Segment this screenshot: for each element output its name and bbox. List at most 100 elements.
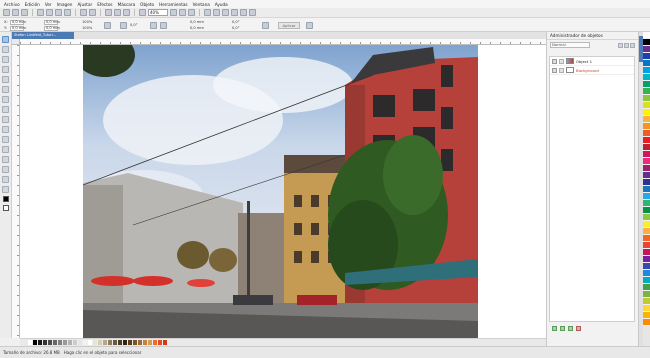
color-swatch[interactable] xyxy=(643,46,650,53)
menu-item-mascara[interactable]: Máscara xyxy=(118,2,136,7)
menu-item-imagen[interactable]: Imagen xyxy=(57,2,73,7)
color-swatch[interactable] xyxy=(643,109,650,116)
crop-tool-icon[interactable] xyxy=(2,76,9,83)
color-swatch[interactable] xyxy=(643,228,650,235)
skew-y-value[interactable]: 0,0 mm xyxy=(190,26,204,31)
grid-icon[interactable] xyxy=(213,9,220,16)
apply-button[interactable]: Aplicar xyxy=(278,22,300,29)
paste-icon[interactable] xyxy=(64,9,71,16)
color-swatch[interactable] xyxy=(643,130,650,137)
color-swatch[interactable] xyxy=(643,277,650,284)
color-swatch[interactable] xyxy=(643,165,650,172)
mirror-vertical-icon[interactable] xyxy=(160,22,167,29)
menu-item-herramientas[interactable]: Herramientas xyxy=(159,2,188,7)
background-color-swatch[interactable] xyxy=(2,205,9,211)
fill-tool-icon[interactable] xyxy=(2,176,9,183)
launcher-icon[interactable] xyxy=(123,9,130,16)
undo-icon[interactable] xyxy=(80,9,87,16)
color-swatch[interactable] xyxy=(643,256,650,263)
delete-object-icon[interactable] xyxy=(576,325,581,331)
color-swatch[interactable] xyxy=(643,151,650,158)
color-swatch[interactable] xyxy=(643,221,650,228)
color-swatch[interactable] xyxy=(643,39,650,46)
color-swatch[interactable] xyxy=(643,172,650,179)
color-swatch[interactable] xyxy=(643,305,650,312)
color-swatch[interactable] xyxy=(643,158,650,165)
color-swatch[interactable] xyxy=(643,200,650,207)
color-swatch[interactable] xyxy=(643,291,650,298)
canvas-workspace[interactable] xyxy=(20,45,546,338)
lasso-tool-icon[interactable] xyxy=(2,56,9,63)
snap-icon[interactable] xyxy=(231,9,238,16)
color-swatch[interactable] xyxy=(643,193,650,200)
fit-page-icon[interactable] xyxy=(179,9,186,16)
angle-3-value[interactable]: 0,0° xyxy=(232,26,240,31)
menu-item-archivo[interactable]: Archivo xyxy=(4,2,20,7)
color-swatch[interactable] xyxy=(643,186,650,193)
copy-icon[interactable] xyxy=(55,9,62,16)
guidelines-icon[interactable] xyxy=(222,9,229,16)
color-swatch[interactable] xyxy=(643,137,650,144)
save-icon[interactable] xyxy=(21,9,28,16)
color-swatch[interactable] xyxy=(643,32,650,39)
lock-icon[interactable] xyxy=(559,58,564,64)
menu-item-ajustar[interactable]: Ajustar xyxy=(77,2,92,7)
color-swatch[interactable] xyxy=(643,123,650,130)
merge-icon[interactable] xyxy=(624,42,629,48)
new-lens-icon[interactable] xyxy=(560,325,565,331)
lock-ratio-icon[interactable] xyxy=(104,22,111,29)
menu-item-efectos[interactable]: Efectos xyxy=(97,2,112,7)
visibility-eye-icon[interactable] xyxy=(552,58,557,64)
color-swatch[interactable] xyxy=(643,74,650,81)
color-swatch[interactable] xyxy=(643,207,650,214)
color-swatch[interactable] xyxy=(643,235,650,242)
menu-item-ayuda[interactable]: Ayuda xyxy=(215,2,228,7)
eyedropper-icon[interactable] xyxy=(2,96,9,103)
new-object-icon[interactable] xyxy=(552,325,557,331)
export-icon[interactable] xyxy=(114,9,121,16)
zoom-level-select[interactable]: 40% xyxy=(148,9,168,16)
layer-row-object1[interactable]: Object 1 xyxy=(550,57,634,66)
cut-icon[interactable] xyxy=(46,9,53,16)
skew-x-value[interactable]: 0,0 mm xyxy=(190,20,204,25)
color-swatch[interactable] xyxy=(163,340,168,345)
color-swatch[interactable] xyxy=(643,214,650,221)
menu-item-edicion[interactable]: Edición xyxy=(25,2,40,7)
import-icon[interactable] xyxy=(105,9,112,16)
street-photo-image[interactable] xyxy=(83,45,478,338)
menu-item-ventana[interactable]: Ventana xyxy=(193,2,210,7)
zoom-out-icon[interactable] xyxy=(139,9,146,16)
color-swatch[interactable] xyxy=(643,312,650,319)
rectangle-tool-icon[interactable] xyxy=(2,136,9,143)
lock-icon[interactable] xyxy=(559,67,564,73)
angle-2-value[interactable]: 0,0° xyxy=(232,20,240,25)
zoom-tool-icon[interactable] xyxy=(2,86,9,93)
eraser-tool-icon[interactable] xyxy=(2,166,9,173)
pick-tool-icon[interactable] xyxy=(2,36,9,43)
blend-mode-select[interactable]: Normal xyxy=(550,42,590,48)
visibility-eye-icon[interactable] xyxy=(552,67,557,73)
document-tab[interactable]: Stefan Lindfeld_Tutori... xyxy=(12,32,74,39)
color-swatch[interactable] xyxy=(643,95,650,102)
text-tool-icon[interactable] xyxy=(2,126,9,133)
mirror-horizontal-icon[interactable] xyxy=(150,22,157,29)
color-swatch[interactable] xyxy=(643,67,650,74)
zoom-in-icon[interactable] xyxy=(170,9,177,16)
color-swatch[interactable] xyxy=(643,81,650,88)
options-menu-icon[interactable] xyxy=(630,42,635,48)
color-swatch[interactable] xyxy=(643,263,650,270)
color-swatch[interactable] xyxy=(643,60,650,67)
effect-tool-icon[interactable] xyxy=(2,156,9,163)
color-swatch[interactable] xyxy=(643,116,650,123)
color-swatch[interactable] xyxy=(643,298,650,305)
mask-tool-icon[interactable] xyxy=(2,46,9,53)
lock-layer-icon[interactable] xyxy=(618,42,623,48)
clone-tool-icon[interactable] xyxy=(2,116,9,123)
foreground-color-swatch[interactable] xyxy=(2,196,9,202)
options-icon[interactable] xyxy=(240,9,247,16)
magic-wand-icon[interactable] xyxy=(2,66,9,73)
color-swatch[interactable] xyxy=(643,102,650,109)
color-swatch[interactable] xyxy=(643,270,650,277)
color-swatch[interactable] xyxy=(643,144,650,151)
rotate-icon[interactable] xyxy=(120,22,127,29)
